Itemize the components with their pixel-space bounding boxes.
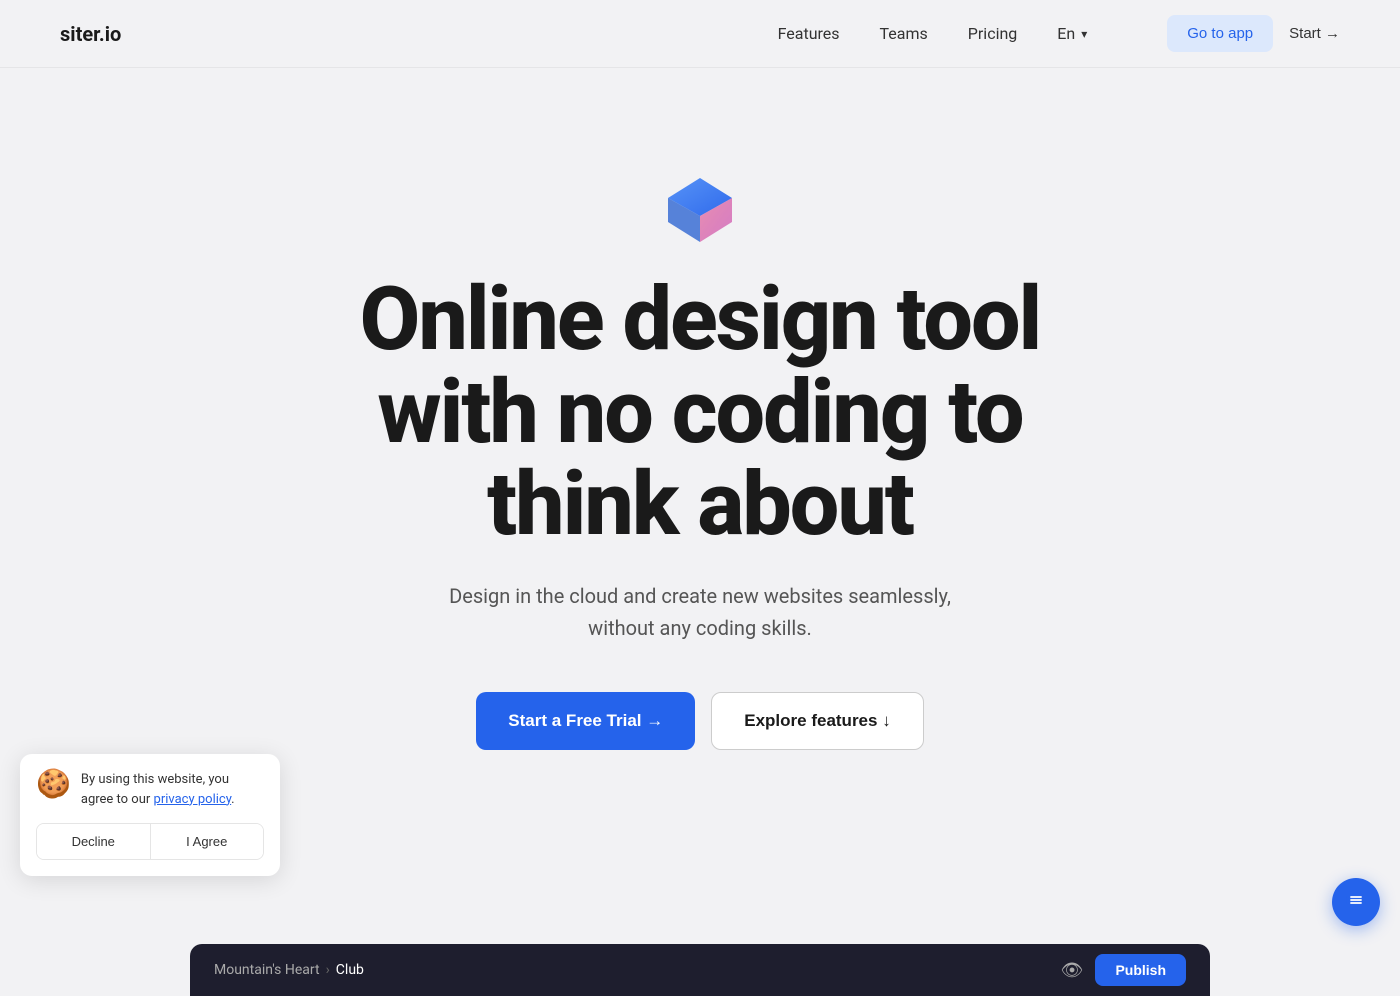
cookie-banner: 🍪 By using this website, you agree to ou… — [20, 754, 280, 876]
preview-button[interactable]: 👁 — [1061, 960, 1084, 981]
nav-logo[interactable]: siter.io — [60, 22, 121, 46]
nav-links: Features Teams Pricing En ▾ — [778, 24, 1088, 43]
breadcrumb-item-2[interactable]: Club — [336, 962, 364, 978]
chevron-down-icon: ▾ — [1081, 27, 1087, 41]
hero-subtitle: Design in the cloud and create new websi… — [449, 580, 951, 644]
breadcrumb-item-1[interactable]: Mountain's Heart — [214, 962, 320, 978]
start-button[interactable]: Start → — [1289, 25, 1340, 42]
cookie-text: By using this website, you agree to our … — [81, 770, 264, 809]
breadcrumb: Mountain's Heart › Club — [214, 962, 364, 978]
floating-action-button[interactable] — [1332, 878, 1380, 926]
breadcrumb-separator: › — [326, 962, 330, 978]
nav-actions: Go to app Start → — [1167, 15, 1340, 52]
hero-section: Online design tool with no coding to thi… — [0, 0, 1400, 860]
hero-buttons: Start a Free Trial → Explore features ↓ — [476, 692, 923, 750]
nav-link-features[interactable]: Features — [778, 24, 840, 43]
nav-link-teams[interactable]: Teams — [880, 24, 928, 43]
hero-title: Online design tool with no coding to thi… — [360, 274, 1041, 551]
cookie-content: 🍪 By using this website, you agree to ou… — [36, 770, 264, 809]
eye-icon: 👁 — [1061, 960, 1084, 980]
cookie-decline-button[interactable]: Decline — [37, 824, 151, 859]
bottom-bar-actions: 👁 Publish — [1061, 954, 1186, 986]
cookie-agree-button[interactable]: I Agree — [151, 824, 264, 859]
hero-logo-icon — [660, 170, 740, 250]
menu-icon — [1345, 889, 1367, 916]
navbar: siter.io Features Teams Pricing En ▾ Go … — [0, 0, 1400, 68]
bottom-bar: Mountain's Heart › Club 👁 Publish — [190, 944, 1210, 996]
free-trial-button[interactable]: Start a Free Trial → — [476, 692, 695, 750]
go-to-app-button[interactable]: Go to app — [1167, 15, 1273, 52]
privacy-policy-link[interactable]: privacy policy — [154, 792, 232, 807]
cookie-icon: 🍪 — [36, 770, 71, 798]
explore-features-button[interactable]: Explore features ↓ — [711, 692, 923, 750]
publish-button[interactable]: Publish — [1095, 954, 1186, 986]
nav-link-pricing[interactable]: Pricing — [968, 24, 1018, 43]
nav-language-selector[interactable]: En ▾ — [1057, 24, 1087, 43]
cookie-action-buttons: Decline I Agree — [36, 823, 264, 860]
